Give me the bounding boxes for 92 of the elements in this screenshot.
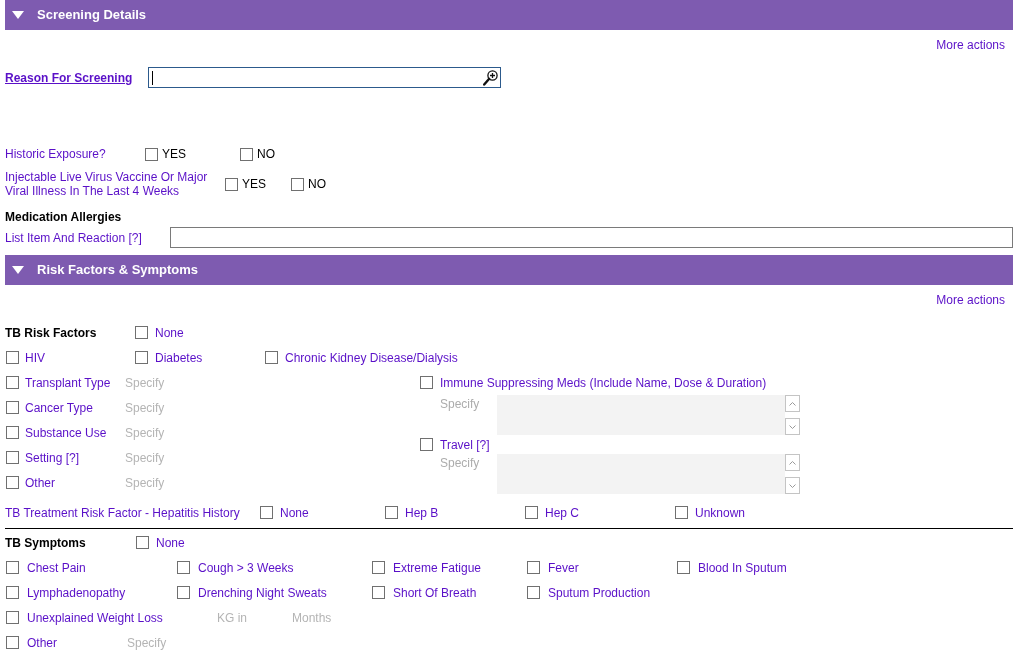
text-caret-icon — [152, 70, 153, 85]
checkbox-label: Setting [?] — [25, 450, 81, 465]
measure-field[interactable]: Months — [292, 610, 336, 625]
question-label: Historic Exposure? — [5, 147, 107, 161]
checkbox[interactable] — [677, 561, 690, 574]
checkbox[interactable] — [177, 561, 190, 574]
checkbox-label: YES — [162, 147, 186, 161]
checkbox-label: None — [156, 535, 185, 550]
checkbox-label: Extreme Fatigue — [393, 560, 482, 575]
checkbox[interactable] — [527, 561, 540, 574]
chevron-up-icon — [789, 460, 796, 465]
checkbox[interactable] — [260, 506, 273, 519]
specify-field[interactable]: Specify — [125, 425, 169, 440]
group-heading: TB Risk Factors — [5, 325, 98, 340]
checkbox-label: Immune Suppressing Meds (Include Name, Dose & Duration) — [440, 375, 767, 390]
checkbox-label: NO — [257, 147, 275, 161]
zoom-in-icon[interactable] — [483, 69, 498, 86]
checkbox[interactable] — [145, 147, 158, 161]
checkbox[interactable] — [675, 506, 688, 519]
checkbox-label: Unknown — [695, 505, 746, 520]
specify-field[interactable]: Specify — [125, 475, 169, 490]
checkbox[interactable] — [136, 536, 149, 549]
checkbox-label: Drenching Night Sweats — [198, 585, 327, 600]
checkbox[interactable] — [6, 476, 19, 489]
checkbox-label: None — [155, 325, 184, 340]
checkbox[interactable] — [6, 636, 19, 649]
more-actions-link[interactable]: More actions — [936, 38, 1005, 52]
checkbox[interactable] — [135, 351, 148, 364]
specify-field[interactable]: Specify — [125, 400, 169, 415]
checkbox-label: Other — [25, 475, 56, 490]
question-label: Injectable Live Virus Vaccine Or Major Viral Illness In The Last 4 Weeks — [5, 170, 209, 198]
checkbox-label: None — [280, 505, 309, 520]
checkbox-label: Cancer Type — [25, 400, 94, 415]
checkbox[interactable] — [6, 611, 19, 624]
reason-for-screening-link[interactable]: Reason For Screening — [5, 70, 133, 85]
checkbox-label: Unexplained Weight Loss — [27, 610, 164, 625]
field-label: Specify — [440, 396, 481, 413]
section-header-bar[interactable]: Risk Factors & Symptoms — [5, 255, 1013, 285]
checkbox[interactable] — [177, 586, 190, 599]
checkbox[interactable] — [6, 401, 19, 414]
field-label: Specify — [440, 455, 481, 472]
checkbox[interactable] — [265, 351, 278, 364]
more-actions-link[interactable]: More actions — [936, 293, 1005, 307]
checkbox[interactable] — [6, 561, 19, 574]
specify-field[interactable]: Specify — [125, 375, 169, 390]
section-title: Screening Details — [37, 8, 147, 22]
checkbox[interactable] — [6, 351, 19, 364]
checkbox-label: HIV — [25, 350, 45, 365]
section-header-bar[interactable]: Screening Details — [5, 0, 1013, 30]
measure-field[interactable]: Specify — [127, 635, 171, 650]
checkbox-label: YES — [242, 177, 266, 191]
chevron-down-icon — [789, 424, 796, 429]
measure-field[interactable]: KG in — [217, 610, 261, 625]
chevron-down-icon — [789, 483, 796, 488]
checkbox-label: Travel [?] — [440, 437, 490, 452]
checkbox-label: Fever — [548, 560, 579, 575]
checkbox[interactable] — [385, 506, 398, 519]
checkbox-label: NO — [308, 177, 326, 191]
checkbox[interactable] — [6, 586, 19, 599]
checkbox-label: Short Of Breath — [393, 585, 477, 600]
allergy-input-field[interactable] — [170, 227, 1013, 248]
checkbox-label: Sputum Production — [548, 585, 651, 600]
checkbox-label: Blood In Sputum — [698, 560, 787, 575]
checkbox-label: Other — [27, 635, 58, 650]
subsection-heading: Medication Allergies — [5, 209, 123, 225]
checkbox-label: Lymphadenopathy — [27, 585, 126, 600]
checkbox[interactable] — [6, 376, 19, 389]
checkbox[interactable] — [225, 177, 238, 191]
specify-field[interactable]: Specify — [125, 450, 169, 465]
group-heading: TB Symptoms — [5, 535, 87, 550]
checkbox[interactable] — [6, 426, 19, 439]
checkbox-label: Substance Use — [25, 425, 108, 440]
checkbox[interactable] — [6, 451, 19, 464]
checkbox-label: Cough > 3 Weeks — [198, 560, 294, 575]
field-label: List Item And Reaction [?] — [5, 230, 143, 245]
checkbox[interactable] — [240, 147, 253, 161]
checkbox[interactable] — [372, 561, 385, 574]
checkbox[interactable] — [135, 326, 148, 339]
checkbox-label: Chest Pain — [27, 560, 86, 575]
section-title: Risk Factors & Symptoms — [37, 263, 199, 277]
checkbox[interactable] — [372, 586, 385, 599]
checkbox[interactable] — [291, 177, 304, 191]
checkbox[interactable] — [525, 506, 538, 519]
checkbox-label: Hep C — [545, 505, 579, 520]
chevron-up-icon — [789, 401, 796, 406]
checkbox[interactable] — [527, 586, 540, 599]
checkbox-label: Diabetes — [155, 350, 203, 365]
checkbox-label: Transplant Type — [25, 375, 112, 390]
checkbox-label: Chronic Kidney Disease/Dialysis — [285, 350, 458, 365]
question-label: TB Treatment Risk Factor - Hepatitis History — [5, 505, 241, 520]
reason-search-field[interactable] — [148, 67, 501, 88]
checkbox-label: Hep B — [405, 505, 439, 520]
